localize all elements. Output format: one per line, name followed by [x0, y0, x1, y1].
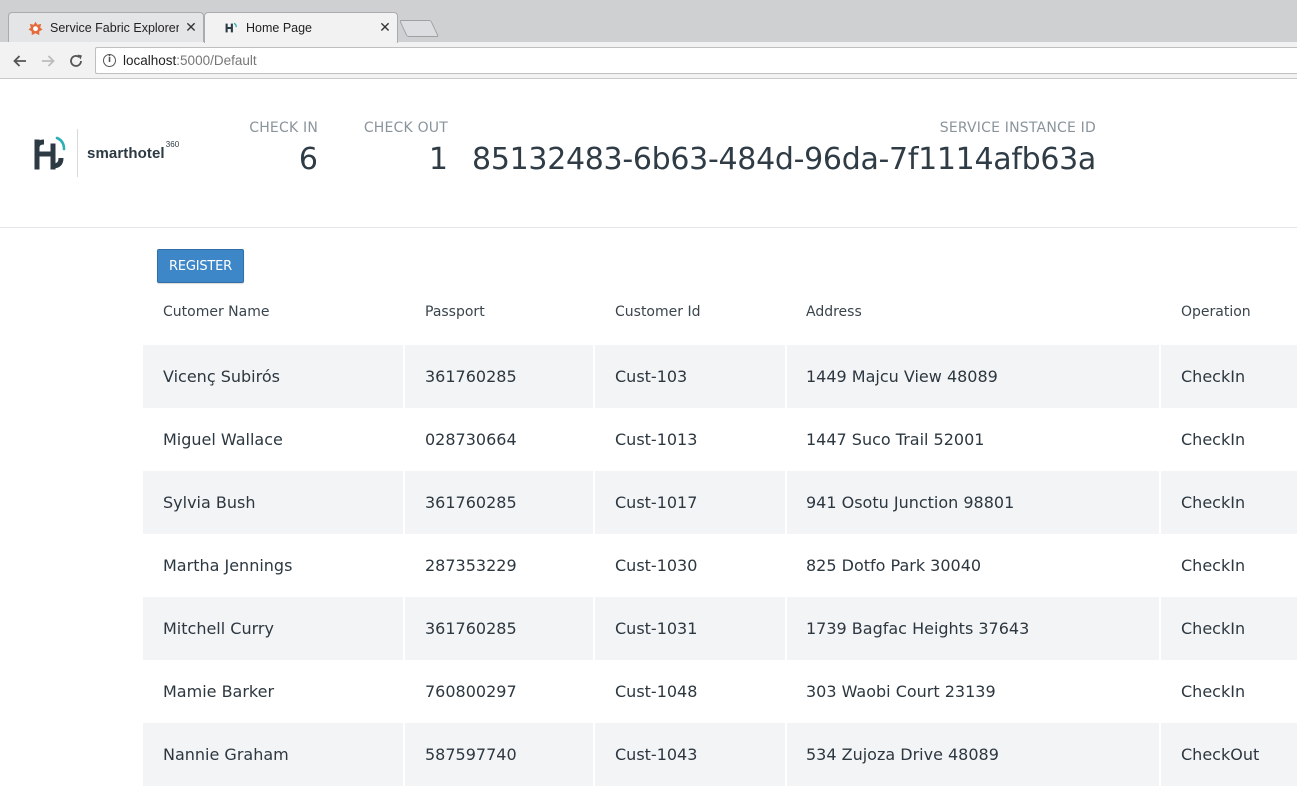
customer-name: Vicenç Subirós [143, 345, 403, 408]
close-icon[interactable]: ✕ [179, 20, 203, 36]
smarthotel-logo-icon [34, 136, 66, 170]
address: 941 Osotu Junction 98801 [787, 471, 1159, 534]
operation: CheckIn [1181, 556, 1246, 575]
passport: 287353229 [425, 556, 517, 575]
table-row[interactable]: Martha Jennings 287353229 Cust-1030 825 … [143, 534, 1297, 597]
service-instance-id: 85132483-6b63-484d-96da-7f1114afb63a [472, 142, 1096, 177]
checkout-stat: CHECK OUT 1 [358, 120, 448, 177]
logo-divider [77, 129, 78, 177]
customer-name: Nannie Graham [143, 723, 403, 786]
brand-suffix: 360 [165, 139, 180, 149]
customer-id: Cust-103 [595, 345, 785, 408]
tab-title: Service Fabric Explorer [50, 21, 179, 35]
checkin-label: CHECK IN [249, 120, 318, 136]
service-instance-stat: SERVICE INSTANCE ID 85132483-6b63-484d-9… [470, 120, 1096, 177]
customer-name: Mamie Barker [163, 682, 275, 701]
column-header-passport: Passport [425, 304, 485, 320]
new-tab-button[interactable] [399, 20, 439, 37]
customer-name: Martha Jennings [163, 556, 293, 575]
address-bar[interactable]: i localhost:5000/Default [95, 47, 1297, 74]
address: 1447 Suco Trail 52001 [806, 430, 985, 449]
checkin-stat: CHECK IN 6 [246, 120, 318, 177]
passport: 361760285 [405, 345, 593, 408]
table-row[interactable]: Sylvia Bush 361760285 Cust-1017 941 Osot… [143, 471, 1297, 534]
operation: CheckIn [1181, 682, 1246, 701]
table-row[interactable]: Vicenç Subirós 361760285 Cust-103 1449 M… [143, 345, 1297, 408]
page-header: smarthotel360 CHECK IN 6 CHECK OUT 1 SER… [0, 79, 1297, 228]
customer-name: Miguel Wallace [163, 430, 283, 449]
operation: CheckIn [1161, 597, 1297, 660]
customer-table: Vicenç Subirós 361760285 Cust-103 1449 M… [143, 345, 1297, 786]
smarthotel-icon [223, 20, 239, 36]
address: 1449 Majcu View 48089 [787, 345, 1159, 408]
column-header-operation: Operation [1181, 304, 1251, 320]
operation: CheckOut [1161, 723, 1297, 786]
passport: 028730664 [425, 430, 517, 449]
service-fabric-icon [27, 20, 43, 36]
reload-icon[interactable] [65, 50, 87, 72]
close-icon[interactable]: ✕ [373, 20, 397, 36]
column-header-customer-id: Customer Id [615, 304, 701, 320]
passport: 361760285 [405, 471, 593, 534]
passport: 361760285 [405, 597, 593, 660]
address: 303 Waobi Court 23139 [806, 682, 996, 701]
forward-arrow-icon[interactable] [37, 50, 59, 72]
table-header: Cutomer Name Passport Customer Id Addres… [143, 304, 1297, 334]
checkin-count: 6 [298, 142, 318, 177]
tab-title: Home Page [246, 21, 313, 35]
customer-name: Mitchell Curry [143, 597, 403, 660]
passport: 587597740 [405, 723, 593, 786]
address: 534 Zujoza Drive 48089 [787, 723, 1159, 786]
checkout-count: 1 [428, 142, 448, 177]
customer-id: Cust-1030 [615, 556, 698, 575]
passport: 760800297 [425, 682, 517, 701]
table-row[interactable]: Miguel Wallace 028730664 Cust-1013 1447 … [143, 408, 1297, 471]
column-header-address: Address [806, 304, 862, 320]
customer-id: Cust-1017 [595, 471, 785, 534]
tab-service-fabric-explorer[interactable]: Service Fabric Explorer ✕ [8, 12, 204, 43]
back-arrow-icon[interactable] [9, 50, 31, 72]
service-instance-label: SERVICE INSTANCE ID [939, 120, 1096, 136]
address: 825 Dotfo Park 30040 [806, 556, 982, 575]
register-button[interactable]: REGISTER [157, 249, 244, 283]
tab-strip: Service Fabric Explorer ✕ Home Page ✕ [0, 0, 1297, 43]
column-header-name: Cutomer Name [163, 304, 270, 320]
url-path: :5000/Default [176, 53, 257, 68]
brand-name: smarthotel360 [87, 139, 180, 162]
tab-home-page[interactable]: Home Page ✕ [204, 12, 398, 43]
checkout-label: CHECK OUT [363, 120, 448, 136]
table-row[interactable]: Mamie Barker 760800297 Cust-1048 303 Wao… [143, 660, 1297, 723]
url-host: localhost [123, 53, 177, 68]
smarthotel-logo: smarthotel360 [33, 129, 179, 177]
customer-id: Cust-1048 [615, 682, 698, 701]
page-content: smarthotel360 CHECK IN 6 CHECK OUT 1 SER… [0, 79, 1297, 789]
operation: CheckIn [1181, 430, 1246, 449]
address: 1739 Bagfac Heights 37643 [787, 597, 1159, 660]
customer-id: Cust-1031 [595, 597, 785, 660]
table-row[interactable]: Mitchell Curry 361760285 Cust-1031 1739 … [143, 597, 1297, 660]
operation: CheckIn [1161, 471, 1297, 534]
customer-id: Cust-1013 [615, 430, 698, 449]
operation: CheckIn [1161, 345, 1297, 408]
customer-id: Cust-1043 [595, 723, 785, 786]
table-row[interactable]: Nannie Graham 587597740 Cust-1043 534 Zu… [143, 723, 1297, 786]
browser-toolbar: i localhost:5000/Default [0, 42, 1297, 79]
customer-name: Sylvia Bush [143, 471, 403, 534]
info-icon[interactable]: i [103, 54, 116, 67]
